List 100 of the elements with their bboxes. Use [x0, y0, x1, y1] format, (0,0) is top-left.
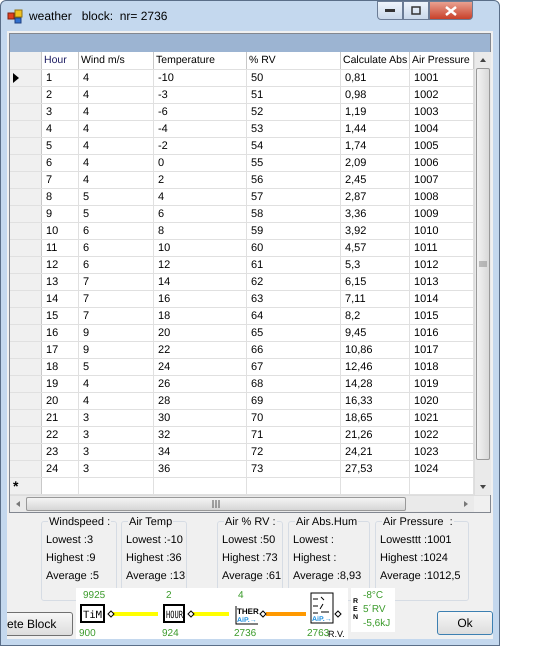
table-cell: 1,74 [341, 138, 410, 154]
table-cell: 50 [247, 70, 341, 86]
table-cell: 2,45 [341, 172, 410, 188]
table-cell: 32 [154, 427, 247, 443]
table-cell: 3 [79, 427, 154, 443]
vertical-scrollbar[interactable] [474, 52, 491, 495]
table-cell: 4 [154, 189, 247, 205]
scroll-thumb[interactable] [476, 68, 490, 460]
stat-line: Average :61 [222, 569, 282, 583]
table-cell: -4 [154, 121, 247, 137]
table-cell: 8 [154, 223, 247, 239]
port-icon[interactable] [334, 610, 342, 618]
table-cell: 1 [42, 70, 79, 86]
close-icon [445, 6, 457, 16]
column-header[interactable]: Calculate Abs [341, 52, 410, 69]
table-cell: 34 [154, 444, 247, 460]
table-cell: 18 [154, 308, 247, 324]
ok-button[interactable]: Ok [437, 611, 493, 635]
node-number: 924 [162, 628, 179, 639]
table-cell: 11 [42, 240, 79, 256]
stat-line: Highest : [293, 551, 336, 565]
node-number: 900 [79, 628, 96, 639]
table-cell: 3 [79, 444, 154, 460]
table-cell: 6 [79, 223, 154, 239]
window-title: weather block: nr= 2736 [29, 9, 168, 23]
table-cell: 21,26 [341, 427, 410, 443]
stat-line: Average :13 [126, 569, 186, 583]
column-header[interactable]: % RV [247, 52, 341, 69]
table-cell: 26 [154, 376, 247, 392]
table-cell: 6,15 [341, 274, 410, 290]
stat-line: Highest :9 [46, 551, 96, 565]
column-header[interactable]: Hour [42, 52, 79, 69]
table-cell: 12,46 [341, 359, 410, 375]
table-cell: 53 [247, 121, 341, 137]
table-cell: 23 [42, 444, 79, 460]
table-cell: 4 [79, 104, 154, 120]
table-cell: 10 [42, 223, 79, 239]
table-cell: 24,21 [341, 444, 410, 460]
table-cell: 14,28 [341, 376, 410, 392]
delete-block-button[interactable]: ete Block [7, 612, 73, 636]
table-cell: 65 [247, 325, 341, 341]
table-cell: 5 [79, 206, 154, 222]
readout-value: -5,6kJ [363, 617, 390, 631]
maximize-button[interactable] [403, 1, 429, 20]
table-cell: 69 [247, 393, 341, 409]
table-cell: 0,98 [341, 87, 410, 103]
port-icon[interactable] [187, 610, 195, 618]
table-cell: 24 [42, 461, 79, 477]
function-block[interactable]: TiM [80, 604, 105, 623]
table-cell: 7 [79, 308, 154, 324]
maximize-icon [411, 6, 421, 15]
readout-value: 5´RV [363, 603, 387, 617]
scroll-thumb[interactable] [26, 497, 406, 511]
table-cell: 5,3 [341, 257, 410, 273]
table-cell: -10 [154, 70, 247, 86]
table-cell: 58 [247, 206, 341, 222]
table-cell: 10 [154, 240, 247, 256]
table-cell: 13 [42, 274, 79, 290]
table-cell: 70 [247, 410, 341, 426]
table-cell: 59 [247, 223, 341, 239]
table-cell: 7 [42, 172, 79, 188]
table-cell: 3 [42, 104, 79, 120]
table-cell: 6 [79, 257, 154, 273]
new-row-header[interactable]: * [10, 478, 42, 494]
horizontal-scrollbar[interactable] [10, 495, 490, 512]
group-title: Windspeed : [48, 515, 112, 529]
stat-line: Average :1012,5 [380, 569, 461, 583]
column-header[interactable]: Wind m/s [79, 52, 154, 69]
table-cell: 62 [247, 274, 341, 290]
port-icon[interactable] [259, 610, 267, 618]
table-cell: 64 [247, 308, 341, 324]
table-cell: -3 [154, 87, 247, 103]
group-title: Air Temp [128, 515, 174, 529]
table-cell: 22 [154, 342, 247, 358]
port-icon[interactable] [107, 610, 115, 618]
stat-line: Average :8,93 [293, 569, 362, 583]
column-header[interactable]: Temperature [154, 52, 247, 69]
table-cell: 14 [42, 291, 79, 307]
node-number: 2763 [307, 628, 330, 639]
stat-line: Lowest :3 [46, 533, 94, 547]
table-cell: 4,57 [341, 240, 410, 256]
table-cell: 20 [42, 393, 79, 409]
row-header[interactable] [10, 70, 42, 86]
table-cell: 5 [79, 359, 154, 375]
table-cell: 6 [42, 155, 79, 171]
table-cell: 60 [247, 240, 341, 256]
table-cell: 5 [42, 138, 79, 154]
corner-header [10, 52, 42, 69]
table-cell: 36 [154, 461, 247, 477]
table-cell: 71 [247, 427, 341, 443]
table-cell: 9 [79, 342, 154, 358]
minimize-button[interactable] [377, 1, 403, 20]
table-cell: -2 [154, 138, 247, 154]
table-cell: 9 [42, 206, 79, 222]
table-cell: 4 [79, 70, 154, 86]
table-cell: 4 [79, 138, 154, 154]
close-button[interactable] [429, 1, 473, 20]
table-cell: 7 [79, 274, 154, 290]
table-cell: 68 [247, 376, 341, 392]
table-cell: 8 [42, 189, 79, 205]
